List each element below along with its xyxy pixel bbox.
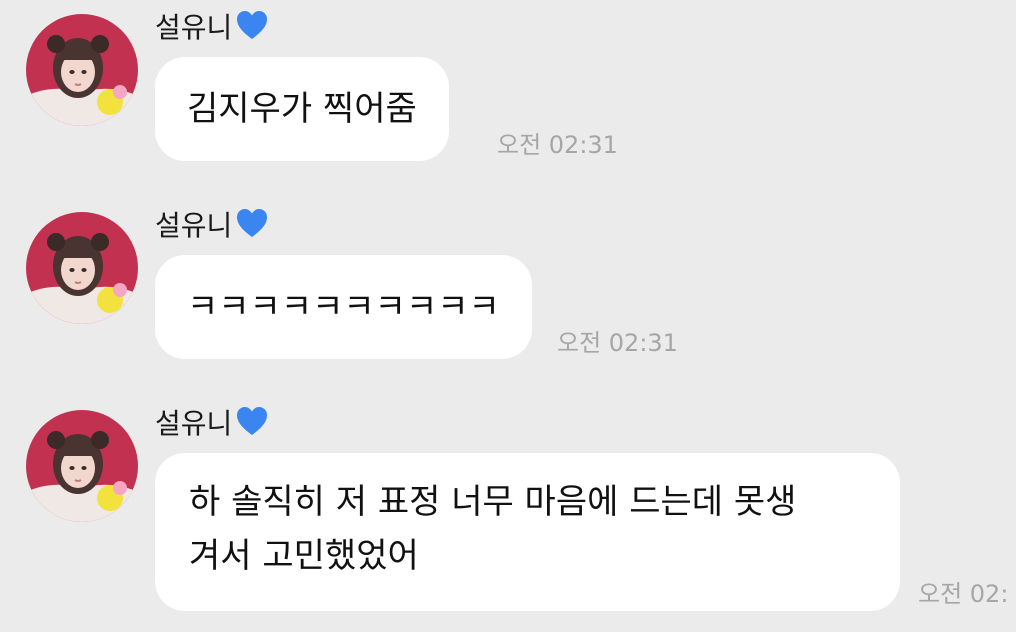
avatar-photo [26,212,138,324]
contact-avatar[interactable] [26,212,138,324]
message-bubble[interactable]: 김지우가 찍어줌 [155,57,449,161]
avatar-photo [26,14,138,126]
message-bubble[interactable]: ㅋㅋㅋㅋㅋㅋㅋㅋㅋㅋ [155,255,532,359]
contact-avatar[interactable] [26,14,138,126]
message-timestamp: 오전 02:31 [557,329,678,357]
contact-name: 설유니 [155,8,270,44]
contact-name: 설유니 [155,404,270,440]
chat-message: 설유니 김지우가 찍어줌 오전 02:31 [0,0,1016,180]
message-timestamp: 오전 02:31 [497,131,618,159]
avatar-photo [26,410,138,522]
contact-avatar[interactable] [26,410,138,522]
blue-heart-icon [237,407,268,435]
message-bubble[interactable]: 하 솔직히 저 표정 너무 마음에 드는데 못생 겨서 고민했었어 [155,453,900,611]
blue-heart-icon [237,11,268,39]
contact-name: 설유니 [155,206,270,242]
message-timestamp: 오전 02: [918,580,1009,608]
blue-heart-icon [237,209,268,237]
chat-message: 설유니 하 솔직히 저 표정 너무 마음에 드는데 못생 겨서 고민했었어 오전… [0,396,1016,632]
chat-message: 설유니 ㅋㅋㅋㅋㅋㅋㅋㅋㅋㅋ 오전 02:31 [0,198,1016,378]
